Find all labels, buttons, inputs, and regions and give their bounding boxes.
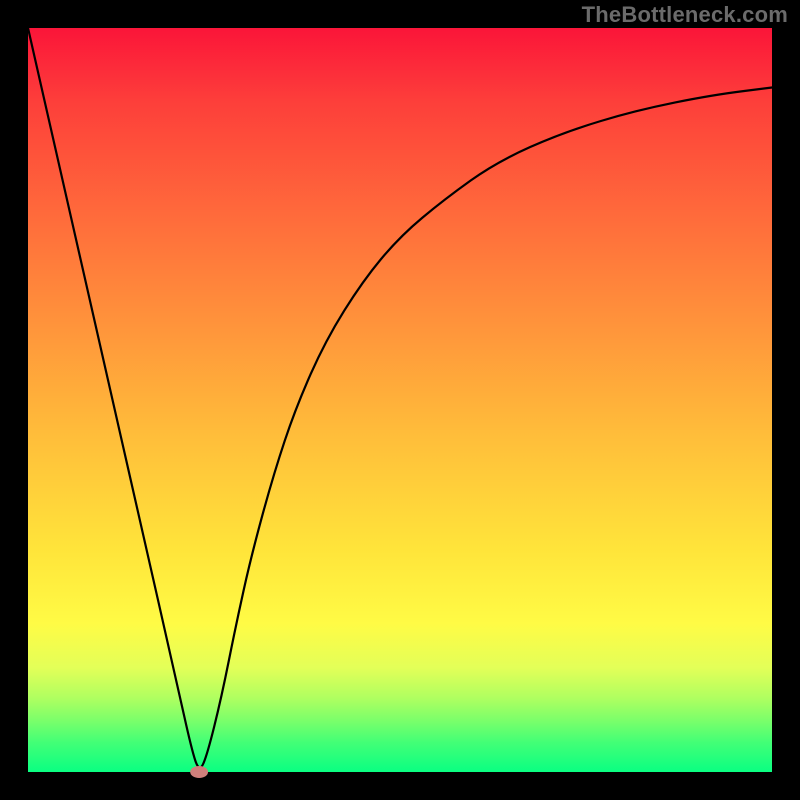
chart-svg: [28, 28, 772, 772]
watermark-text: TheBottleneck.com: [582, 2, 788, 28]
optimum-marker: [190, 766, 208, 778]
bottleneck-curve: [28, 28, 772, 768]
chart-outer: TheBottleneck.com: [0, 0, 800, 800]
plot-area: [28, 28, 772, 772]
